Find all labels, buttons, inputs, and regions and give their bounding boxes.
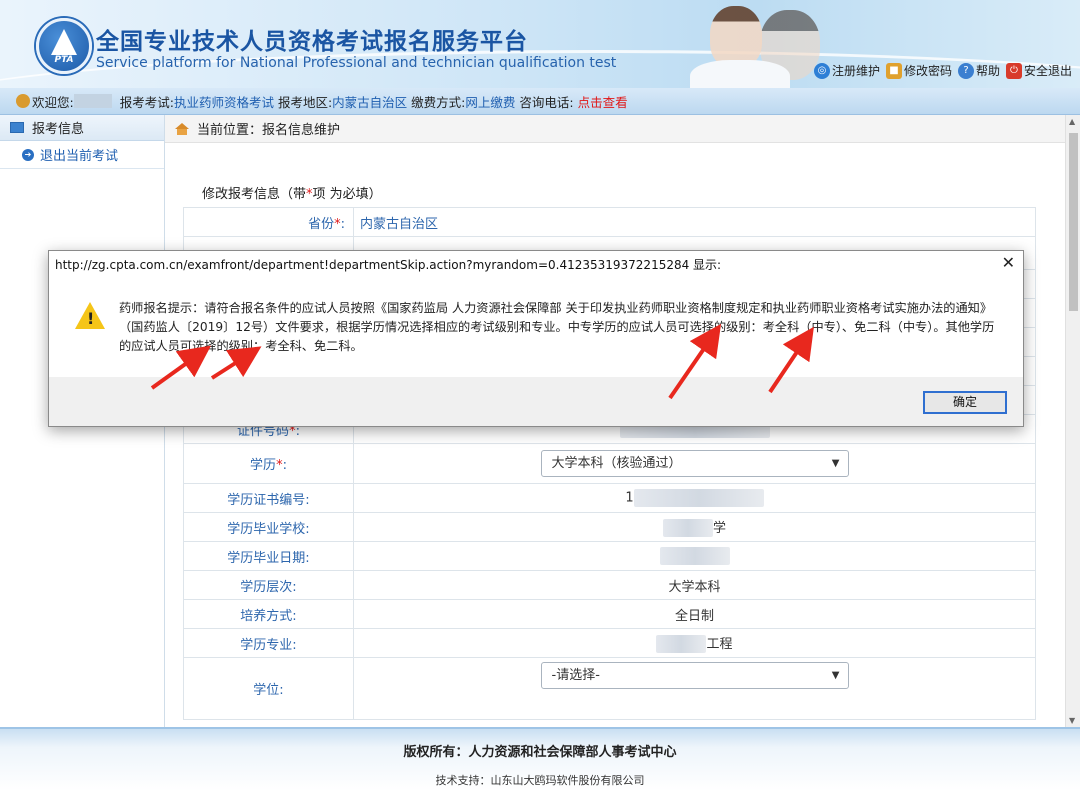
table-row: 学历*: 大学本科（核验通过） ▼	[183, 443, 1036, 484]
masked-graduation-date	[659, 547, 730, 565]
masked-certificate-number	[633, 489, 764, 507]
chevron-down-icon: ▼	[831, 670, 840, 681]
alert-dialog: http://zg.cpta.com.cn/examfront/departme…	[48, 250, 1024, 427]
education-level-value: 大学本科	[353, 570, 1036, 600]
masked-major	[656, 635, 707, 654]
exam-label: 报考考试:	[119, 94, 174, 110]
scroll-thumb[interactable]	[1069, 133, 1078, 311]
masked-school	[662, 519, 713, 538]
certificate-number-value: 1	[353, 483, 1036, 513]
graduation-date-value	[353, 541, 1036, 571]
pta-logo: PTA	[36, 18, 92, 74]
tech-support-text: 技术支持：山东山大鸥玛软件股份有限公司	[435, 774, 645, 787]
breadcrumb-text: 当前位置：报名信息维护	[197, 123, 341, 138]
sidebar-item-label: 退出当前考试	[40, 149, 119, 164]
degree-cell: -请选择- ▼	[353, 657, 1036, 720]
training-mode-value: 全日制	[353, 599, 1036, 629]
site-subtitle: Service platform for National Profession…	[96, 55, 617, 71]
education-cell: 大学本科（核验通过） ▼	[353, 443, 1036, 484]
table-row: 学历毕业学校: 学	[183, 512, 1036, 542]
copyright-text: 版权所有：人力资源和社会保障部人事考试中心	[403, 745, 677, 760]
user-icon	[16, 94, 30, 108]
form-title: 修改报考信息（带*项 为必填）	[202, 183, 382, 202]
certificate-number-prefix: 1	[625, 490, 634, 506]
payment-value: 网上缴费	[465, 94, 516, 110]
logout-label: 安全退出	[1023, 64, 1072, 78]
page-scrollbar[interactable]: ▲ ▼	[1065, 115, 1080, 727]
school-suffix: 学	[712, 520, 726, 536]
table-row: 学位: -请选择- ▼	[183, 657, 1036, 720]
help-link[interactable]: ? 帮助	[957, 62, 1000, 79]
sidebar-heading[interactable]: 报考信息	[0, 115, 164, 141]
sidebar-item-exit-exam[interactable]: ➔ 退出当前考试	[0, 141, 164, 169]
province-value: 内蒙古自治区	[353, 207, 1036, 237]
banner-operator-image	[680, 0, 800, 88]
dialog-footer: 确定	[49, 377, 1023, 426]
change-password-link[interactable]: ■ 修改密码	[885, 62, 952, 79]
row-label: 学历*:	[183, 443, 354, 484]
dialog-title: http://zg.cpta.com.cn/examfront/departme…	[55, 258, 722, 272]
form-title-suffix: 项 为必填）	[312, 187, 382, 202]
table-row: 培养方式: 全日制	[183, 599, 1036, 629]
change-password-label: 修改密码	[903, 64, 952, 78]
arrow-right-icon: ➔	[22, 148, 34, 161]
scroll-down-icon[interactable]: ▼	[1069, 716, 1075, 725]
warning-mark: !	[87, 309, 95, 328]
register-maintenance-link[interactable]: ◎ 注册维护	[813, 62, 880, 79]
ok-button[interactable]: 确定	[923, 391, 1007, 414]
degree-selected: -请选择-	[551, 668, 600, 683]
row-label: 学历毕业日期:	[183, 541, 354, 571]
row-label: 省份*:	[183, 207, 354, 237]
table-row: 学历专业: 工程	[183, 628, 1036, 658]
dialog-message: 药师报名提示：请符合报名条件的应试人员按照《国家药监局 人力资源社会保障部 关于…	[119, 301, 995, 353]
close-icon[interactable]: ✕	[1002, 253, 1015, 272]
scroll-up-icon[interactable]: ▲	[1069, 117, 1075, 126]
lock-icon: ■	[885, 62, 902, 79]
exam-value: 执业药师资格考试	[173, 94, 274, 110]
sidebar-heading-label: 报考信息	[32, 122, 85, 137]
register-maintenance-label: 注册维护	[831, 64, 880, 78]
label-text: 省份	[308, 216, 335, 232]
logout-link[interactable]: ⏻ 安全退出	[1005, 62, 1072, 79]
info-bar: 欢迎您: 报考考试: 执业药师资格考试 报考地区: 内蒙古自治区 缴费方式: 网…	[0, 88, 1080, 115]
row-label: 培养方式:	[183, 599, 354, 629]
table-row: 学历证书编号: 1	[183, 483, 1036, 513]
payment-label: 缴费方式:	[411, 94, 466, 110]
chevron-down-icon: ▼	[831, 458, 840, 469]
home-icon	[175, 122, 189, 135]
masked-username	[73, 94, 112, 108]
row-label: 学历毕业学校:	[183, 512, 354, 542]
row-label: 学历专业:	[183, 628, 354, 658]
logo-text: PTA	[54, 55, 74, 65]
label-text: 学历	[250, 458, 277, 473]
table-row: 学历毕业日期:	[183, 541, 1036, 571]
help-icon: ?	[957, 62, 974, 79]
major-value: 工程	[353, 628, 1036, 658]
welcome-label: 欢迎您:	[32, 94, 74, 110]
region-value: 内蒙古自治区	[332, 94, 408, 110]
education-select[interactable]: 大学本科（核验通过） ▼	[540, 450, 849, 477]
table-row: 省份*: 内蒙古自治区	[183, 207, 1036, 237]
site-title: 全国专业技术人员资格考试报名服务平台	[96, 29, 528, 55]
row-label: 学历层次:	[183, 570, 354, 600]
row-label: 学历证书编号:	[183, 483, 354, 513]
education-selected: 大学本科（核验通过）	[551, 456, 682, 471]
region-label: 报考地区:	[277, 94, 333, 110]
view-phone-link[interactable]: 点击查看	[578, 92, 628, 111]
help-label: 帮助	[975, 64, 1000, 78]
site-footer: 版权所有：人力资源和社会保障部人事考试中心 技术支持：山东山大鸥玛软件股份有限公…	[0, 727, 1080, 791]
site-header: PTA 全国专业技术人员资格考试报名服务平台 Service platform …	[0, 0, 1080, 88]
degree-select[interactable]: -请选择- ▼	[540, 662, 849, 689]
school-value: 学	[353, 512, 1036, 542]
breadcrumb: 当前位置：报名信息维护	[165, 115, 1065, 143]
monitor-icon	[10, 122, 24, 133]
form-title-prefix: 修改报考信息（带	[202, 187, 307, 202]
top-links: ◎ 注册维护 ■ 修改密码 ? 帮助 ⏻ 安全退出	[813, 62, 1072, 79]
major-suffix: 工程	[706, 636, 733, 652]
phone-label: 咨询电话:	[519, 94, 574, 110]
row-label: 学位:	[183, 657, 354, 720]
table-row: 学历层次: 大学本科	[183, 570, 1036, 600]
power-icon: ⏻	[1005, 62, 1022, 79]
globe-icon: ◎	[813, 62, 830, 79]
